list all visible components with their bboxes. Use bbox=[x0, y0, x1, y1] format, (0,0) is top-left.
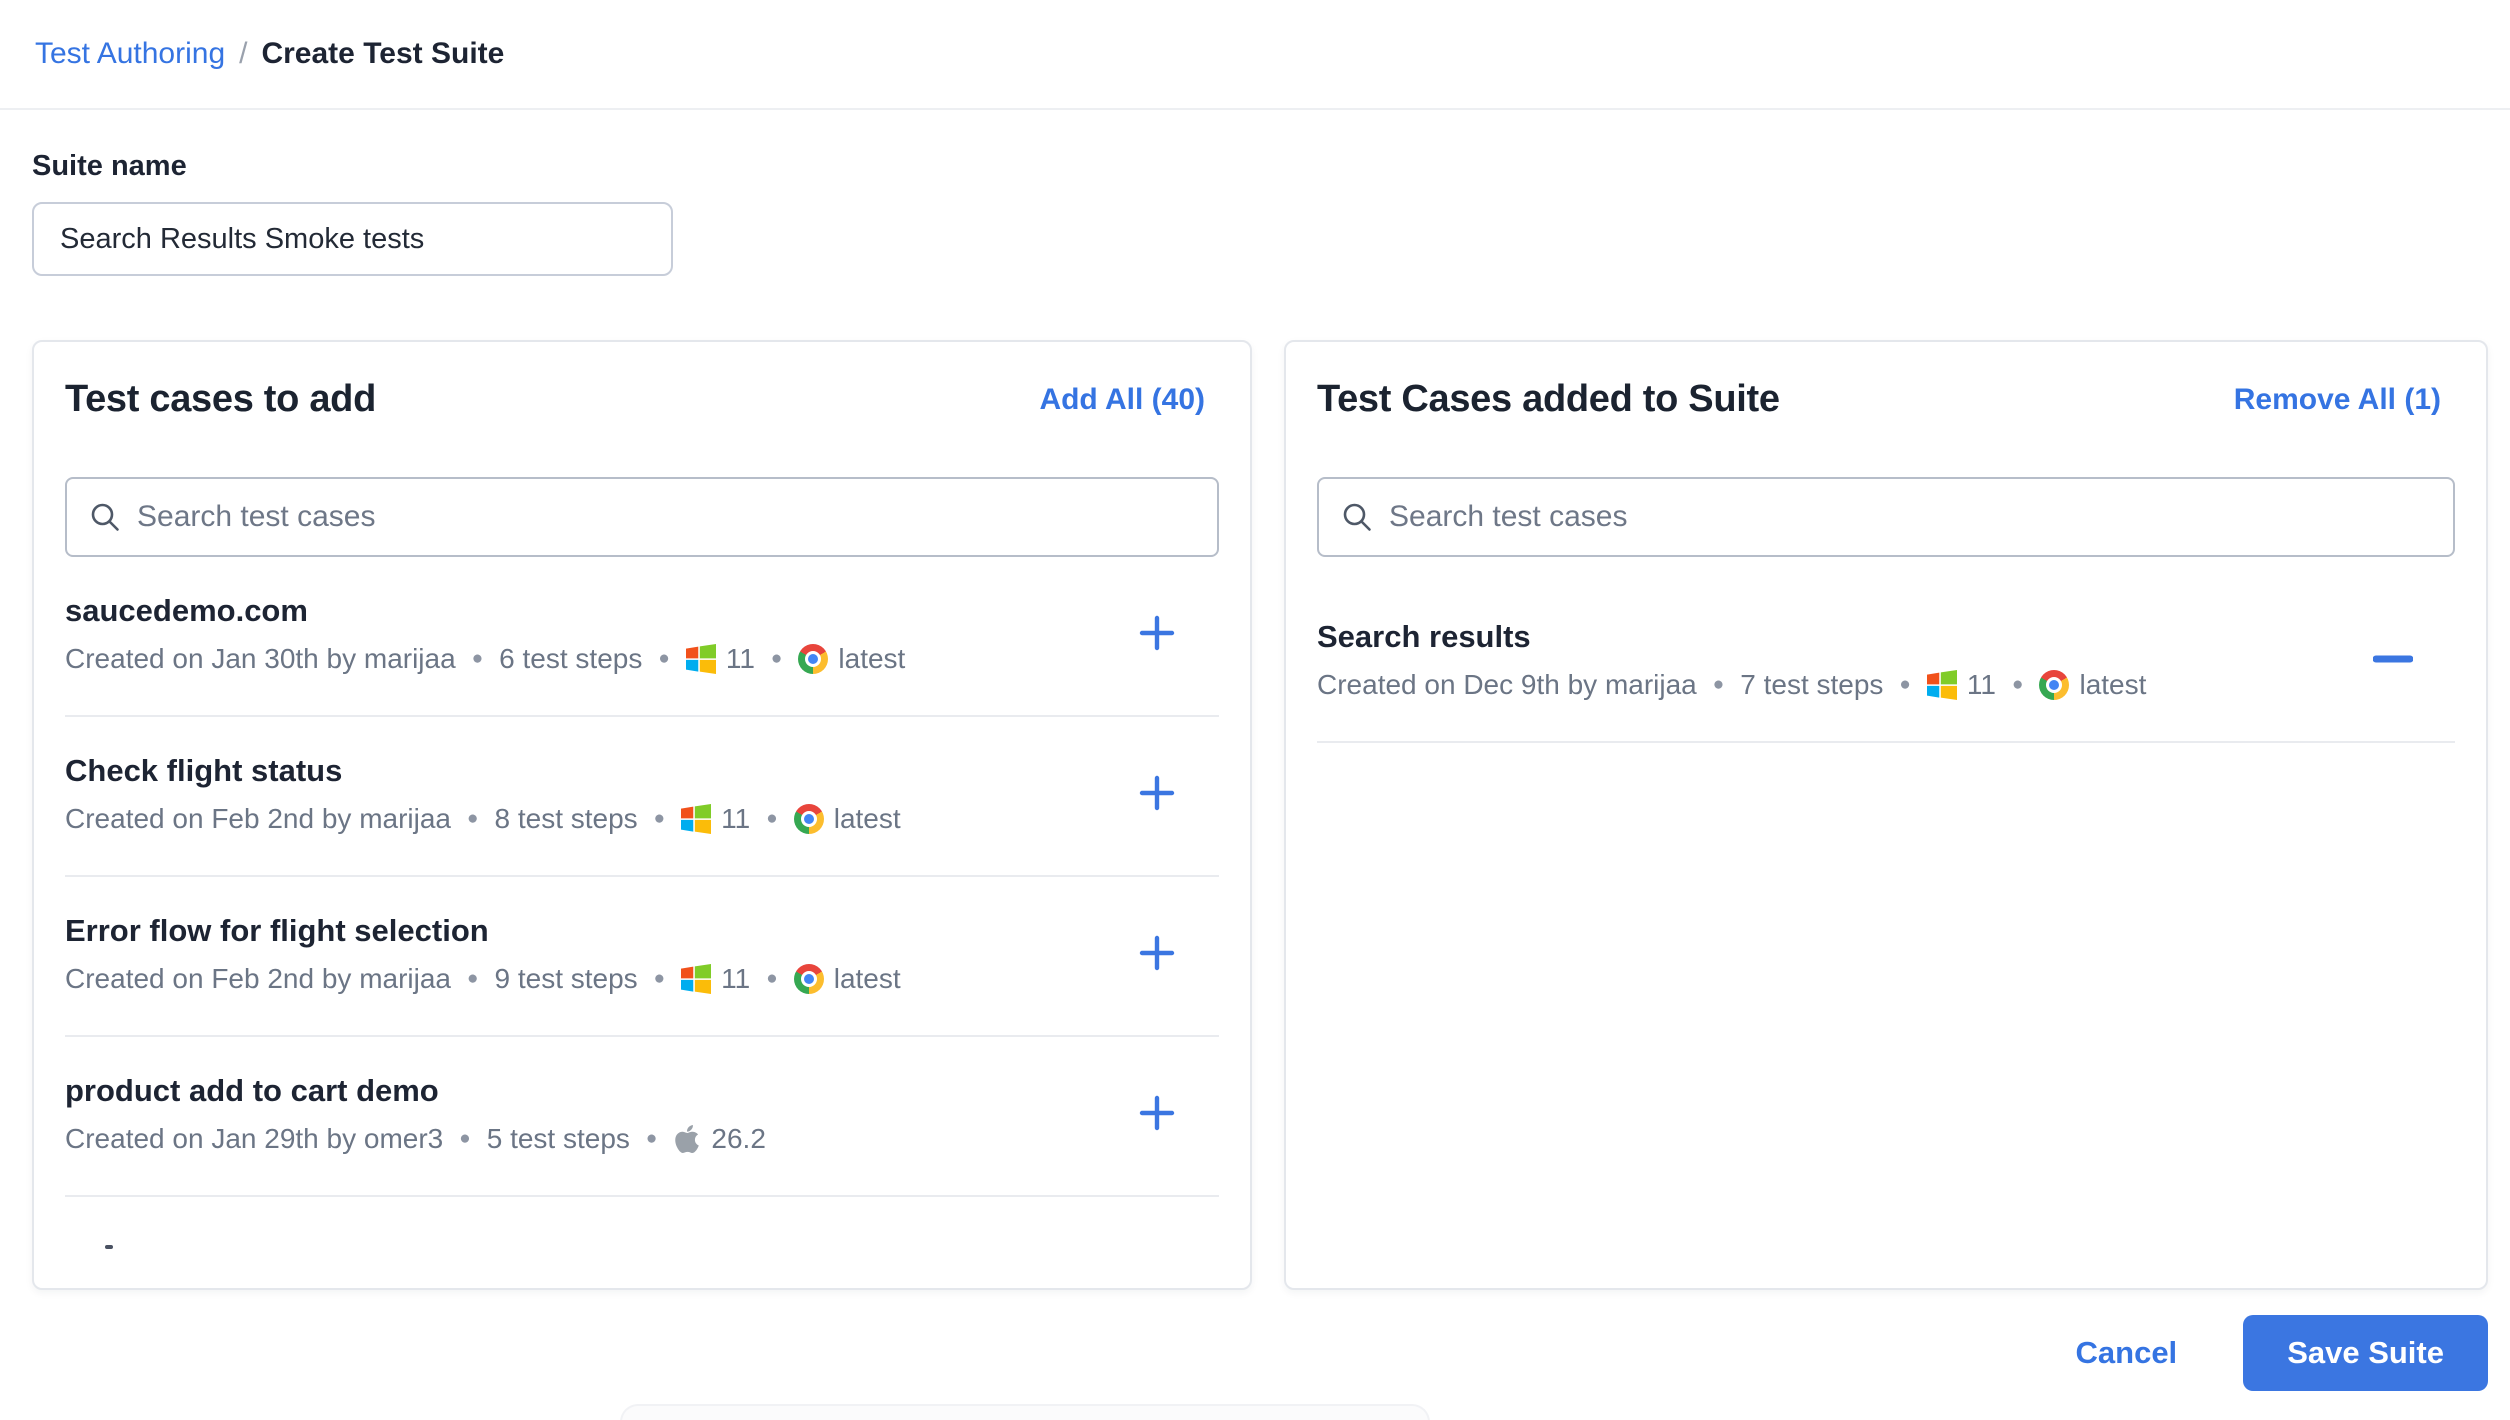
os-version: 11 bbox=[1966, 669, 1996, 700]
dot-separator: ● bbox=[658, 648, 670, 669]
test-case-row: Search results Created on Dec 9th by mar… bbox=[1317, 583, 2455, 743]
test-case-meta: Created on Feb 2nd by marijaa ● 9 test s… bbox=[65, 961, 1115, 997]
test-cases-added-list: Search results Created on Dec 9th by mar… bbox=[1317, 583, 2455, 743]
dot-separator: ● bbox=[467, 808, 479, 829]
suite-name-field: Suite name bbox=[32, 150, 673, 276]
windows-icon bbox=[681, 804, 712, 834]
steps-text: 6 test steps bbox=[499, 643, 643, 674]
dot-separator: ● bbox=[459, 1128, 471, 1149]
add-test-case-button[interactable] bbox=[1135, 613, 1179, 653]
os-env: 26.2 bbox=[673, 1121, 766, 1157]
dot-separator: ● bbox=[766, 808, 778, 829]
breadcrumb-link-test-authoring[interactable]: Test Authoring bbox=[35, 37, 225, 71]
search-icon bbox=[1341, 501, 1373, 533]
test-case-row: Check flight status Created on Feb 2nd b… bbox=[65, 717, 1219, 877]
add-test-case-button[interactable] bbox=[1135, 933, 1179, 973]
created-text: Created on Dec 9th by marijaa bbox=[1317, 669, 1697, 700]
test-case-row: saucedemo.com Created on Jan 30th by mar… bbox=[65, 557, 1219, 717]
dot-separator: ● bbox=[467, 968, 479, 989]
dot-separator: ● bbox=[770, 648, 783, 669]
os-version: 26.2 bbox=[711, 1123, 766, 1154]
remove-test-case-button[interactable] bbox=[2371, 639, 2415, 679]
steps-text: 5 test steps bbox=[486, 1123, 630, 1154]
chrome-icon bbox=[793, 964, 824, 994]
browser-version: latest bbox=[833, 803, 901, 834]
windows-icon bbox=[1926, 670, 1957, 700]
test-cases-to-add-panel: Test cases to add Add All (40) saucedemo… bbox=[32, 340, 1252, 1290]
right-search-input[interactable] bbox=[1389, 500, 2431, 534]
os-env: 11 bbox=[681, 961, 750, 997]
dot-separator: ● bbox=[2011, 674, 2024, 695]
add-all-link[interactable]: Add All (40) bbox=[1039, 383, 1205, 417]
truncated-next-row-hint bbox=[105, 1245, 113, 1249]
dot-separator: ● bbox=[1899, 674, 1911, 695]
browser-env: latest bbox=[793, 801, 901, 837]
created-text: Created on Feb 2nd by marijaa bbox=[65, 803, 451, 834]
os-env: 11 bbox=[681, 801, 750, 837]
test-case-meta: Created on Jan 29th by omer3 ● 5 test st… bbox=[65, 1121, 1115, 1157]
create-test-suite-page: Test Authoring / Create Test Suite Suite… bbox=[0, 0, 2510, 1420]
right-search-box bbox=[1317, 477, 2455, 557]
browser-version: latest bbox=[2079, 669, 2147, 700]
apple-icon bbox=[673, 1123, 701, 1155]
test-case-title: saucedemo.com bbox=[65, 593, 308, 628]
dot-separator: ● bbox=[471, 648, 484, 669]
chrome-icon bbox=[2039, 670, 2070, 700]
dot-separator: ● bbox=[653, 968, 666, 989]
test-case-title: product add to cart demo bbox=[65, 1073, 439, 1108]
breadcrumb-current: Create Test Suite bbox=[261, 37, 505, 70]
windows-icon bbox=[681, 964, 712, 994]
created-text: Created on Feb 2nd by marijaa bbox=[65, 963, 451, 994]
test-case-title: Error flow for flight selection bbox=[65, 913, 489, 948]
right-panel-title: Test Cases added to Suite bbox=[1317, 378, 1780, 420]
dot-separator: ● bbox=[1712, 674, 1725, 695]
test-cases-to-add-list: saucedemo.com Created on Jan 30th by mar… bbox=[65, 557, 1219, 1197]
cancel-button[interactable]: Cancel bbox=[2076, 1335, 2178, 1371]
os-version: 11 bbox=[721, 963, 751, 994]
bottom-widget-edge bbox=[620, 1404, 1430, 1420]
steps-text: 8 test steps bbox=[494, 803, 638, 834]
os-env: 11 bbox=[1926, 667, 1996, 703]
left-search-input[interactable] bbox=[137, 500, 1195, 534]
search-icon bbox=[89, 501, 121, 533]
steps-text: 9 test steps bbox=[494, 963, 638, 994]
created-text: Created on Jan 29th by omer3 bbox=[65, 1123, 444, 1154]
test-case-meta: Created on Jan 30th by marijaa ● 6 test … bbox=[65, 641, 1115, 677]
os-version: 11 bbox=[721, 803, 751, 834]
test-case-meta: Created on Dec 9th by marijaa ● 7 test s… bbox=[1317, 667, 2351, 703]
left-panel-title: Test cases to add bbox=[65, 378, 376, 420]
test-case-row: product add to cart demo Created on Jan … bbox=[65, 1037, 1219, 1197]
suite-name-input[interactable] bbox=[32, 202, 673, 276]
created-text: Created on Jan 30th by marijaa bbox=[65, 643, 456, 674]
suite-name-label: Suite name bbox=[32, 150, 187, 182]
os-version: 11 bbox=[725, 643, 755, 674]
chrome-icon bbox=[793, 804, 824, 834]
browser-env: latest bbox=[2039, 667, 2146, 703]
save-suite-button[interactable]: Save Suite bbox=[2243, 1315, 2488, 1391]
steps-text: 7 test steps bbox=[1740, 669, 1884, 700]
remove-all-link[interactable]: Remove All (1) bbox=[2234, 383, 2441, 417]
chrome-icon bbox=[798, 644, 829, 674]
browser-version: latest bbox=[838, 643, 906, 674]
left-search-box bbox=[65, 477, 1219, 557]
windows-icon bbox=[685, 644, 716, 674]
dot-separator: ● bbox=[645, 1128, 658, 1149]
browser-version: latest bbox=[833, 963, 901, 994]
test-case-meta: Created on Feb 2nd by marijaa ● 8 test s… bbox=[65, 801, 1115, 837]
footer-actions: Cancel Save Suite bbox=[2076, 1315, 2488, 1391]
breadcrumb: Test Authoring / Create Test Suite bbox=[0, 0, 2510, 110]
test-case-title: Check flight status bbox=[65, 753, 343, 788]
add-test-case-button[interactable] bbox=[1135, 773, 1179, 813]
browser-env: latest bbox=[793, 961, 901, 997]
test-case-row: Error flow for flight selection Created … bbox=[65, 877, 1219, 1037]
add-test-case-button[interactable] bbox=[1135, 1093, 1179, 1133]
dot-separator: ● bbox=[766, 968, 778, 989]
dot-separator: ● bbox=[653, 808, 666, 829]
test-case-title: Search results bbox=[1317, 619, 1531, 654]
browser-env: latest bbox=[798, 641, 905, 677]
os-env: 11 bbox=[685, 641, 755, 677]
test-cases-added-panel: Test Cases added to Suite Remove All (1)… bbox=[1284, 340, 2488, 1290]
breadcrumb-separator: / bbox=[239, 37, 248, 70]
